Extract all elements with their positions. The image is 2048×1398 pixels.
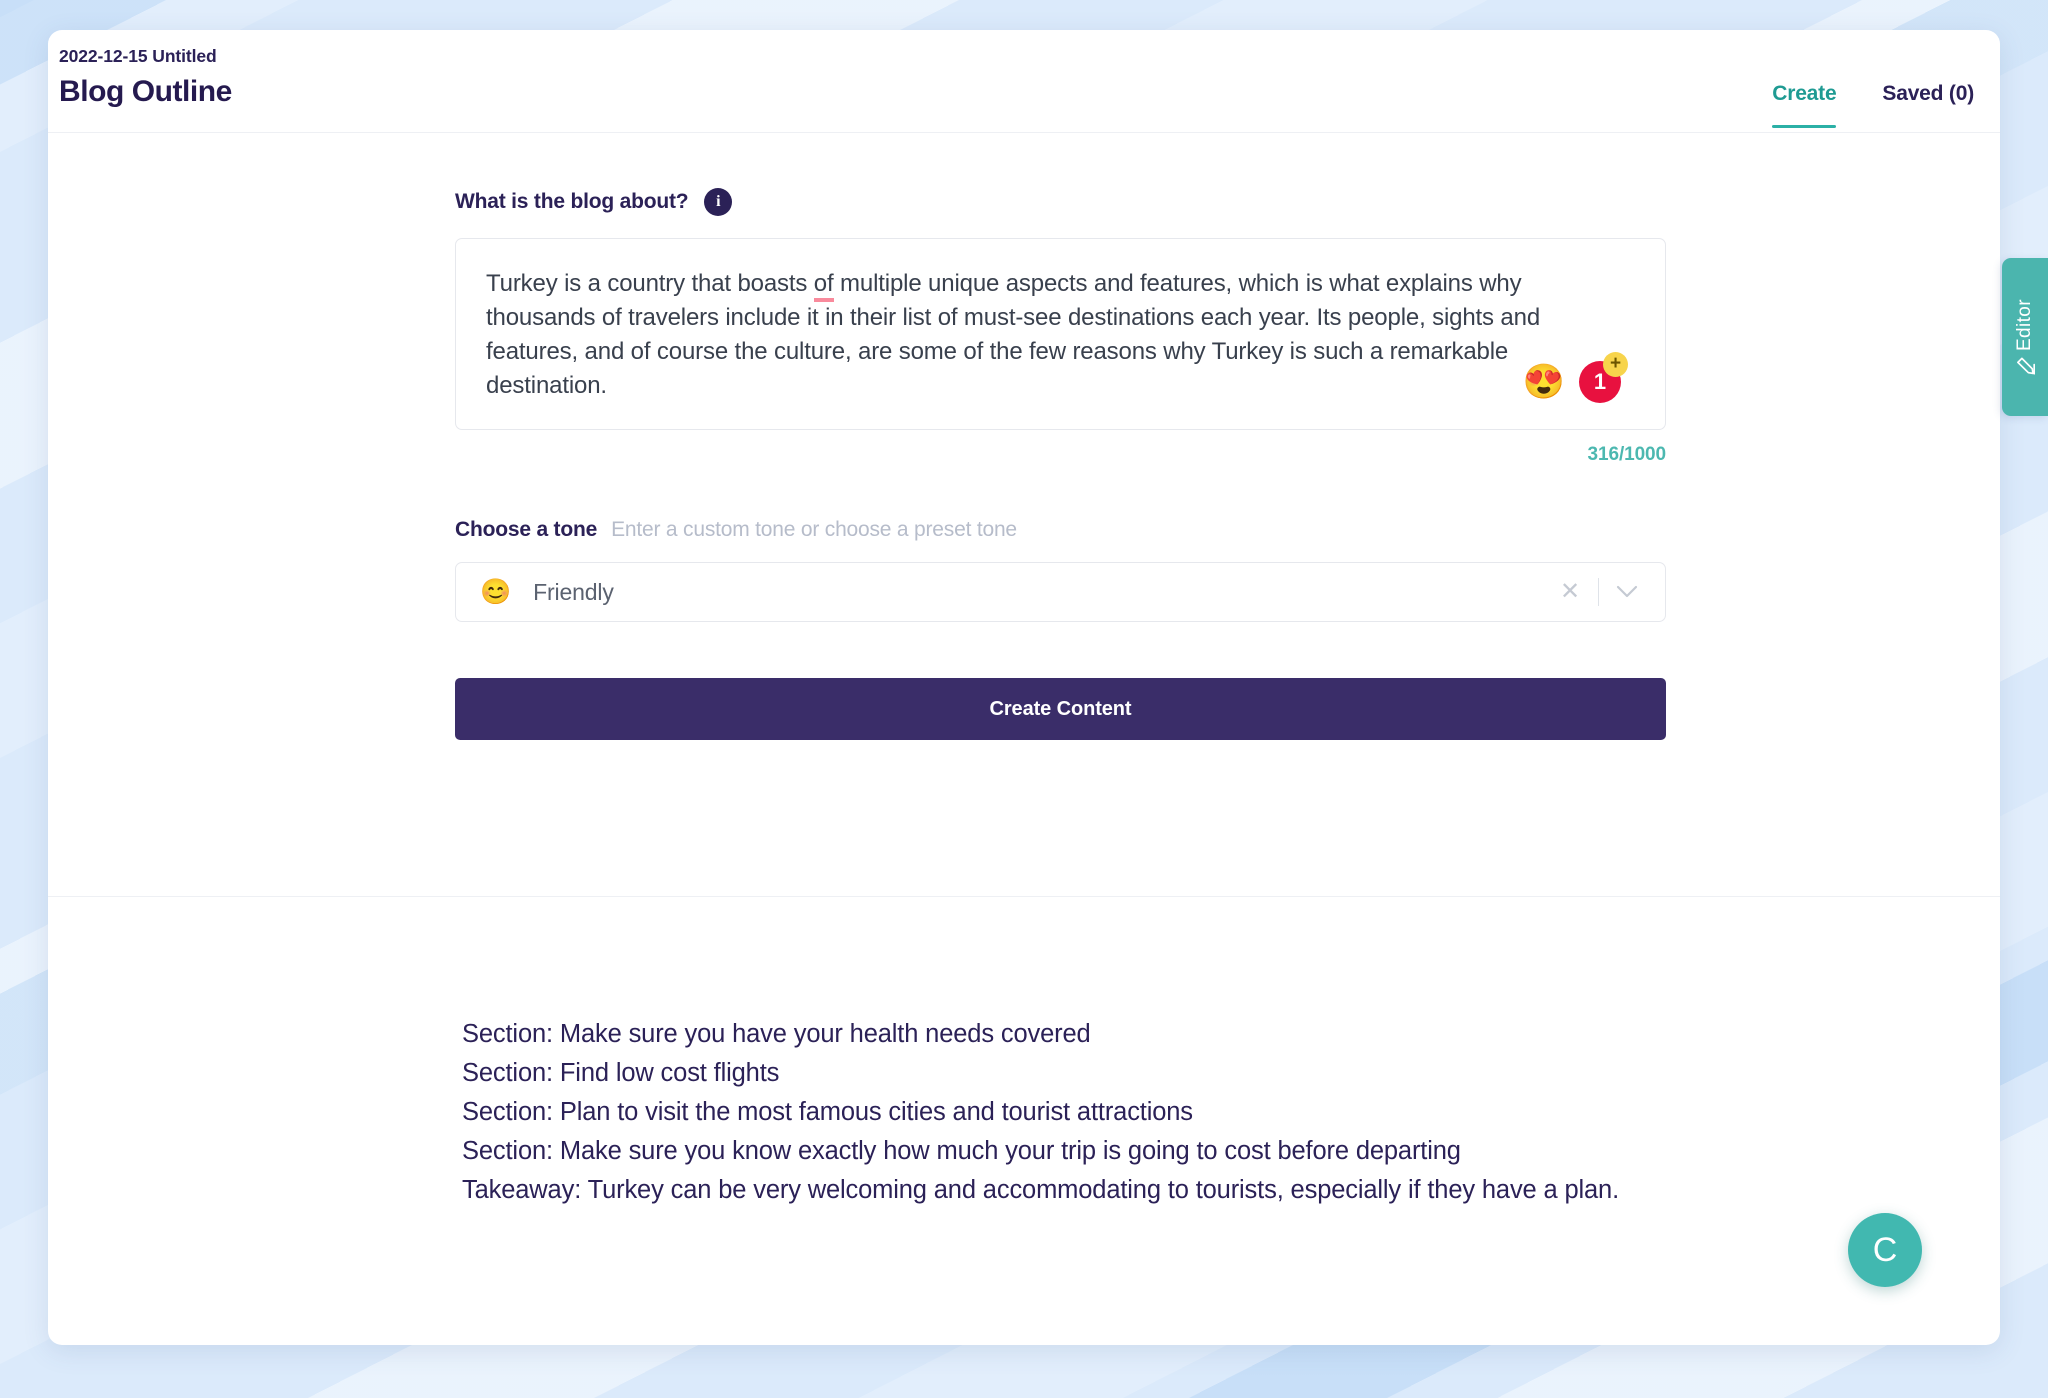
reaction-count-badge[interactable]: 1 + [1579,352,1628,404]
character-counter: 316/1000 [1587,444,1667,466]
prompt-text: Turkey is a country that boasts of multi… [486,267,1635,403]
output-line: Takeaway: Turkey can be very welcoming a… [462,1176,1620,1204]
editor-tab-label: Editor [2014,299,2035,352]
editor-side-tab[interactable]: Editor [2002,258,2048,416]
prompt-label-row: What is the blog about? i [455,188,1666,216]
page-title: Blog Outline [59,74,232,108]
create-content-button[interactable]: Create Content [455,678,1666,741]
tone-label-row: Choose a tone Enter a custom tone or cho… [455,518,1666,542]
header-tabs: Create Saved (0) [1772,30,1974,132]
form-inner: What is the blog about? i Turkey is a co… [455,188,1667,741]
clear-icon[interactable]: ✕ [1550,580,1590,604]
info-icon[interactable]: i [704,188,733,216]
misspelled-word[interactable]: of [813,270,834,302]
output-line: Section: Plan to visit the most famous c… [462,1098,1193,1126]
card-header: 2022-12-15 Untitled Blog Outline Create … [48,30,2000,133]
heart-eyes-emoji-icon[interactable]: 😍 [1523,365,1565,399]
output-line: Section: Make sure you have your health … [462,1020,1091,1048]
chat-assistant-fab[interactable]: C [1848,1213,1922,1287]
tone-select[interactable]: 😊 Friendly ✕ [455,562,1666,623]
prompt-label: What is the blog about? [455,190,689,213]
chevron-down-icon[interactable] [1607,580,1647,604]
document-meta: 2022-12-15 Untitled [59,46,217,66]
pencil-icon [2016,356,2035,375]
tab-create[interactable]: Create [1772,82,1837,128]
smiling-face-emoji-icon: 😊 [480,577,512,606]
tone-label: Choose a tone [455,518,598,542]
output-area: Section: Make sure you have your health … [48,897,2000,1210]
control-divider [1598,578,1599,607]
title-block: 2022-12-15 Untitled Blog Outline [59,46,232,109]
prompt-textarea[interactable]: Turkey is a country that boasts of multi… [455,238,1666,431]
output-line: Section: Make sure you know exactly how … [462,1137,1461,1165]
form-area: What is the blog about? i Turkey is a co… [48,133,2000,897]
tone-hint: Enter a custom tone or choose a preset t… [611,518,1017,542]
reaction-count-value: 1 [1593,369,1607,395]
prompt-text-part1: Turkey is a country that boasts [486,270,814,297]
output-line: Section: Find low cost flights [462,1059,780,1087]
reaction-group: 😍 1 + [1523,352,1628,404]
tab-saved[interactable]: Saved (0) [1882,82,1974,128]
tone-selected-value: Friendly [533,578,614,605]
app-card: 2022-12-15 Untitled Blog Outline Create … [48,30,2000,1345]
